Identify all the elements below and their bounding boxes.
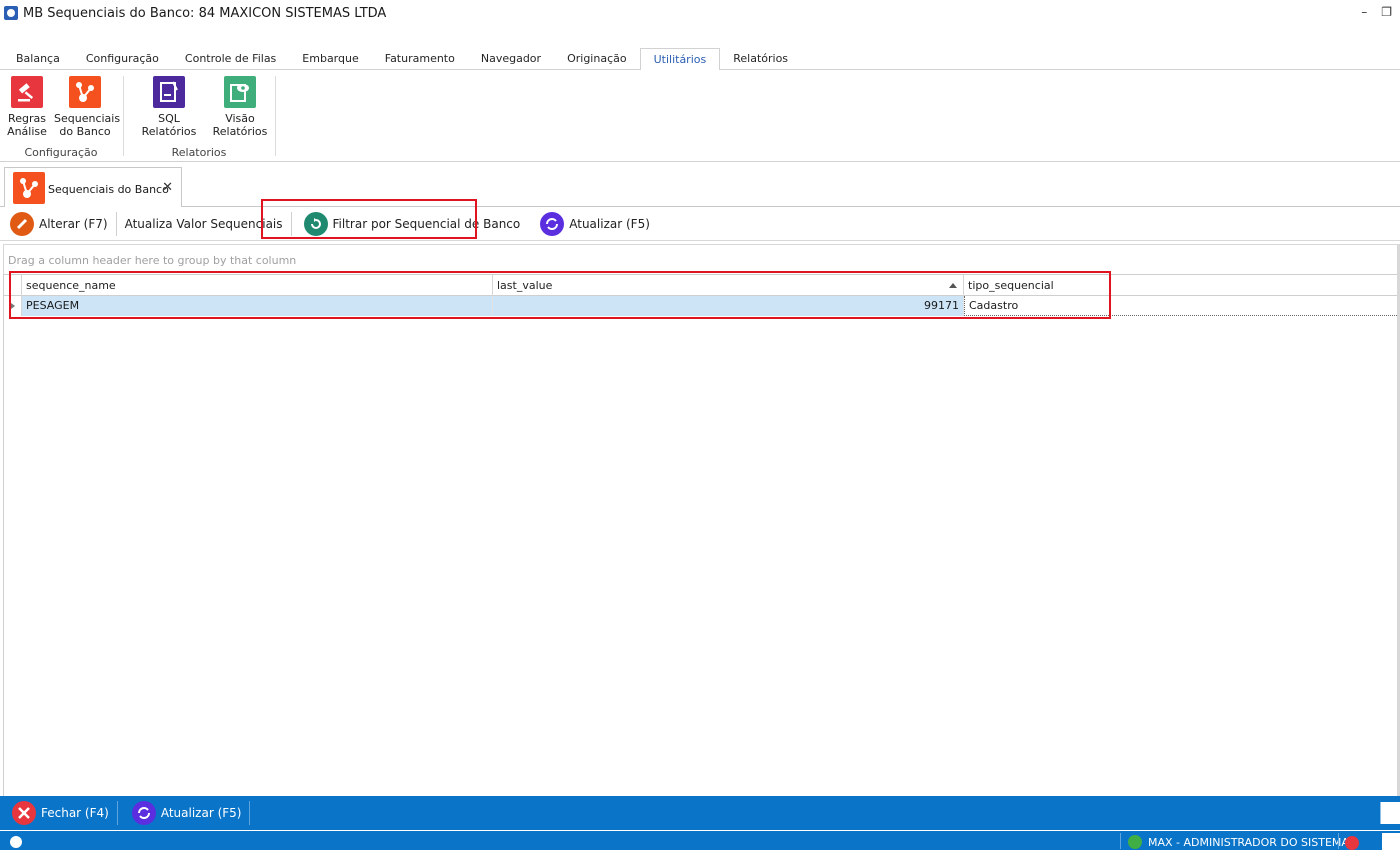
filtrar-label: Filtrar por Sequencial de Banco: [332, 217, 521, 231]
document-tab-strip: Sequenciais do Banco ✕: [0, 163, 1400, 207]
cell-last-value[interactable]: 99171: [493, 296, 964, 316]
ribbon-tabs: Balança Configuração Controle de Filas E…: [0, 48, 1400, 71]
minimize-button[interactable]: –: [1361, 5, 1367, 19]
visao-relatorios-label-2: Relatórios: [212, 125, 268, 138]
table-row[interactable]: PESAGEM 99171 Cadastro: [4, 296, 1400, 316]
group-label-configuracao: Configuração: [24, 146, 98, 159]
column-header-last-value-label: last_value: [497, 279, 553, 292]
tab-originacao[interactable]: Originação: [554, 48, 640, 70]
power-icon[interactable]: [1345, 836, 1359, 850]
sequenciais-label-2: do Banco: [59, 125, 111, 138]
toolbar: Alterar (F7) Atualiza Valor Sequenciais …: [0, 208, 1400, 241]
ribbon-group-configuracao: Regras Análise Sequenciais do Banco Config…: [0, 70, 122, 162]
tab-utilitarios[interactable]: Utilitários: [639, 48, 721, 71]
visao-relatorios-label-1: Visão: [225, 112, 255, 125]
doc-tab-label: Sequenciais do Banco: [48, 183, 169, 196]
close-icon[interactable]: ✕: [162, 180, 173, 195]
share-nodes-icon: [69, 76, 101, 108]
sequences-grid: sequence_name last_value tipo_sequencial…: [3, 274, 1400, 796]
refresh-icon: [131, 801, 156, 825]
doc-tab-sequenciais-do-banco[interactable]: Sequenciais do Banco ✕: [4, 167, 182, 207]
column-header-last-value[interactable]: last_value: [493, 275, 964, 296]
refresh-icon: [540, 212, 565, 236]
restore-button[interactable]: ❐: [1381, 5, 1392, 19]
ribbon-group-divider: [275, 76, 276, 156]
tab-controle-de-filas[interactable]: Controle de Filas: [172, 48, 289, 70]
row-indicator-arrow-icon: [4, 296, 22, 316]
group-label-relatorios: Relatorios: [171, 146, 227, 159]
atualizar-label: Atualizar (F5): [569, 217, 650, 231]
group-by-hint: Drag a column header here to group by th…: [8, 254, 297, 267]
fechar-label: Fechar (F4): [41, 806, 109, 820]
globe-icon: [10, 836, 22, 848]
sort-ascending-icon: [949, 283, 957, 288]
cell-sequence-name[interactable]: PESAGEM: [22, 296, 493, 316]
cell-tipo-sequencial[interactable]: Cadastro: [964, 296, 1400, 316]
footer-atualizar-label: Atualizar (F5): [160, 806, 242, 820]
bottom-action-bar: Fechar (F4) Atualizar (F5): [0, 796, 1400, 830]
status-right-box: [1382, 833, 1400, 850]
group-by-panel[interactable]: Drag a column header here to group by th…: [3, 244, 1400, 274]
tab-navegador[interactable]: Navegador: [468, 48, 554, 70]
footer-divider: [249, 801, 251, 825]
grid-header: sequence_name last_value tipo_sequencial: [4, 274, 1400, 296]
column-header-sequence-name[interactable]: sequence_name: [22, 275, 493, 296]
regras-analise-label-1: Regras: [8, 112, 46, 125]
status-divider: [1120, 833, 1121, 849]
toolbar-divider: [115, 212, 117, 236]
status-bar: MAX - ADMINISTRADOR DO SISTEMA: [0, 830, 1400, 850]
atualiza-valor-sequenciais-button[interactable]: Atualiza Valor Sequenciais: [119, 210, 289, 238]
filtrar-por-sequencial-button[interactable]: Filtrar por Sequencial de Banco: [298, 210, 527, 238]
close-circle-icon: [12, 801, 36, 825]
sequenciais-do-banco-button[interactable]: Sequenciais do Banco: [54, 76, 120, 138]
column-header-tipo-sequencial[interactable]: tipo_sequencial: [964, 275, 1111, 296]
atualizar-button[interactable]: Atualizar (F5): [534, 210, 656, 238]
window-controls: – ❐: [1361, 5, 1392, 19]
visao-relatorios-button[interactable]: Visão Relatórios: [212, 76, 268, 138]
footer-atualizar-button[interactable]: Atualizar (F5): [126, 799, 248, 827]
row-indicator-header: [4, 275, 22, 296]
sequenciais-label-1: Sequenciais: [54, 112, 121, 125]
tab-faturamento[interactable]: Faturamento: [372, 48, 468, 70]
sql-relatorios-button[interactable]: SQL Relatórios: [130, 76, 208, 138]
regras-analise-button[interactable]: Regras Análise: [4, 76, 50, 138]
tab-embarque[interactable]: Embarque: [289, 48, 371, 70]
sql-relatorios-label: SQL Relatórios: [141, 112, 197, 138]
gavel-icon: [11, 76, 43, 108]
status-divider: [1338, 833, 1339, 849]
user-icon: [1128, 835, 1142, 849]
fechar-button[interactable]: Fechar (F4): [6, 799, 115, 827]
share-nodes-icon: [13, 172, 45, 204]
report-eye-icon: [224, 76, 256, 108]
app-logo-icon: [4, 6, 18, 20]
tab-configuracao[interactable]: Configuração: [73, 48, 172, 70]
tab-relatorios[interactable]: Relatórios: [720, 48, 801, 70]
window-title: MB Sequenciais do Banco: 84 MAXICON SIST…: [23, 5, 387, 21]
footer-divider: [116, 801, 118, 825]
pencil-icon: [10, 212, 34, 236]
report-pen-icon: [153, 76, 185, 108]
status-user: MAX - ADMINISTRADOR DO SISTEMA: [1128, 835, 1349, 849]
ribbon-body: Regras Análise Sequenciais do Banco Config…: [0, 70, 1400, 162]
status-user-label: MAX - ADMINISTRADOR DO SISTEMA: [1148, 835, 1349, 849]
ribbon-group-relatorios: SQL Relatórios Visão Relatórios Relatorio…: [124, 70, 274, 162]
toolbar-divider: [290, 212, 292, 236]
alterar-button[interactable]: Alterar (F7): [4, 210, 114, 238]
tab-balanca[interactable]: Balança: [0, 48, 73, 70]
filter-refresh-icon: [303, 212, 328, 236]
title-bar: MB Sequenciais do Banco: 84 MAXICON SIST…: [0, 0, 1400, 26]
footer-right-box: [1380, 802, 1400, 824]
alterar-label: Alterar (F7): [39, 217, 108, 231]
regras-analise-label-2: Análise: [7, 125, 47, 138]
atualiza-valor-label: Atualiza Valor Sequenciais: [124, 217, 283, 231]
